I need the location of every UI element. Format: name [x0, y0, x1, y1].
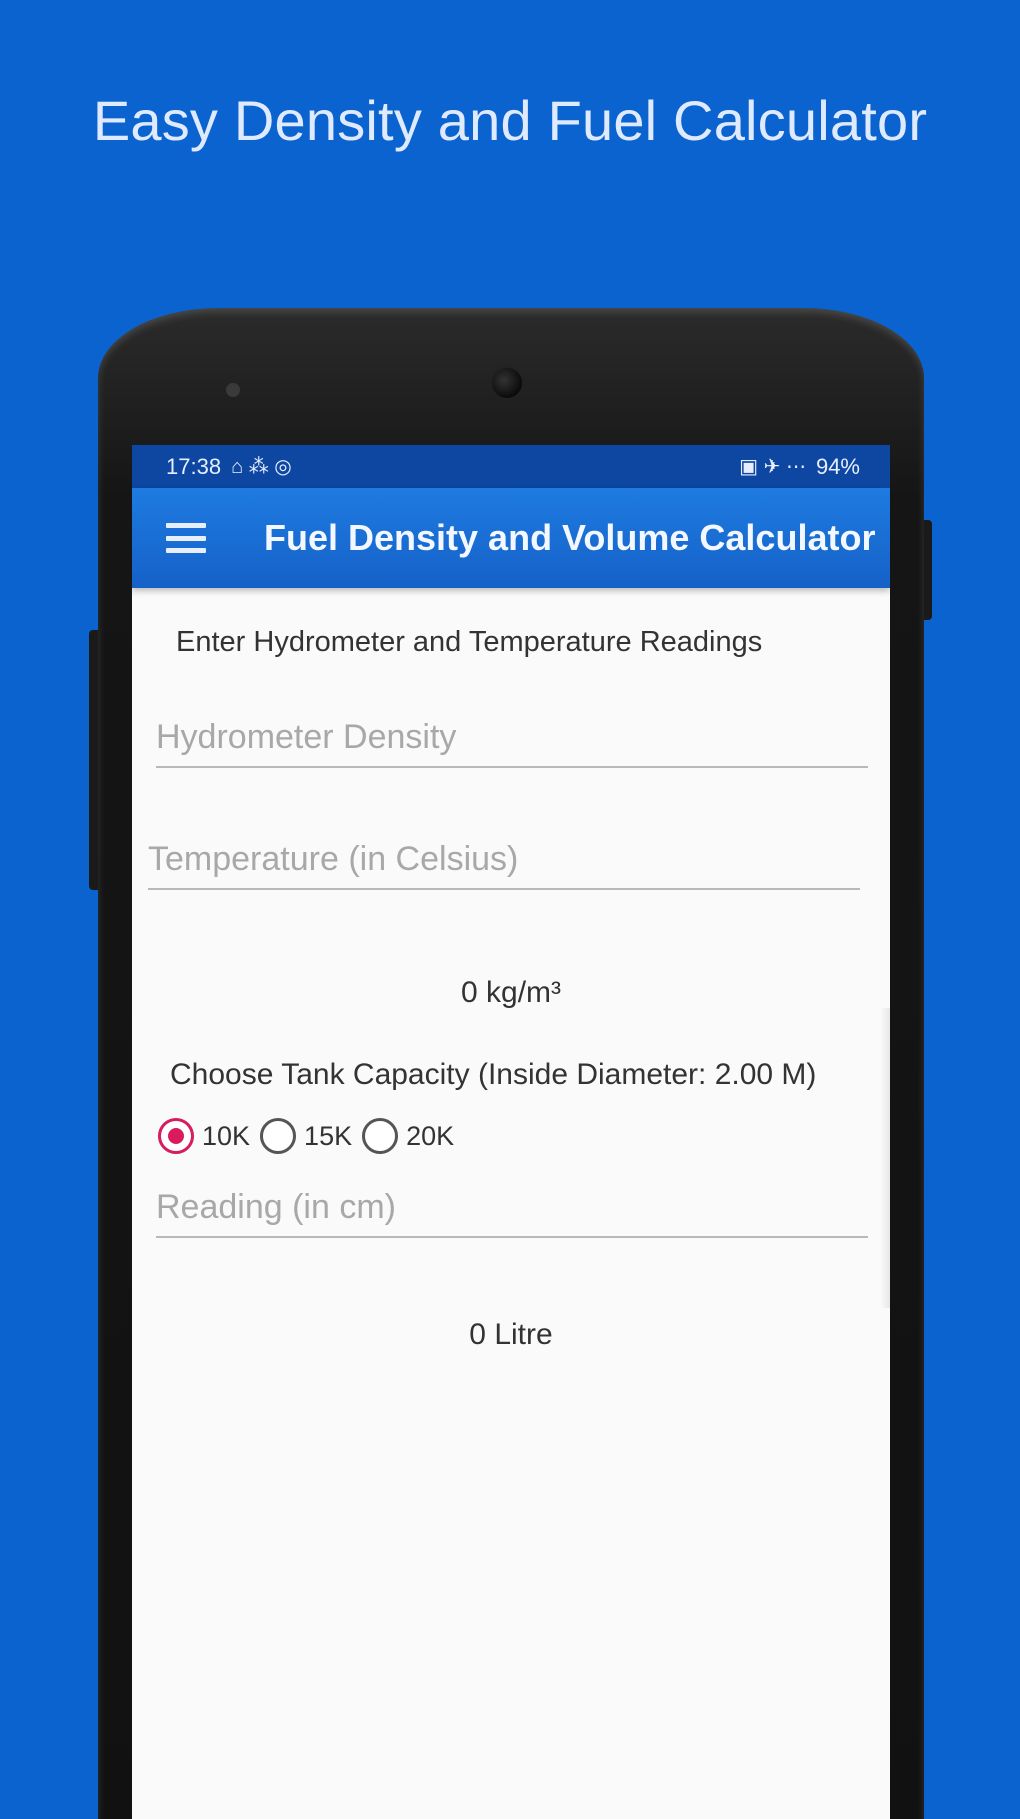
- density-input[interactable]: [156, 708, 868, 766]
- tank-capacity-label: Choose Tank Capacity (Inside Diameter: 2…: [170, 1058, 817, 1091]
- radio-15k[interactable]: [260, 1118, 297, 1154]
- density-field[interactable]: [156, 708, 868, 768]
- app-bar: Fuel Density and Volume Calculator: [132, 488, 890, 588]
- tank-option-20k[interactable]: 20K: [362, 1118, 454, 1154]
- status-bar: 17:38 ⌂ ⁂ ◎ ▣ ✈ ⋯ 94%: [132, 445, 890, 488]
- temperature-field[interactable]: [148, 830, 860, 890]
- notification-icons: ⌂ ⁂ ◎: [231, 455, 292, 478]
- promo-title: Easy Density and Fuel Calculator: [92, 89, 928, 152]
- battery-level: 94%: [815, 453, 860, 479]
- front-camera: [490, 366, 524, 400]
- tank-option-15k[interactable]: 15K: [260, 1118, 352, 1154]
- reading-input[interactable]: [156, 1178, 868, 1236]
- menu-icon[interactable]: [166, 523, 206, 553]
- radio-label: 15K: [304, 1120, 353, 1151]
- reading-field[interactable]: [156, 1178, 868, 1238]
- tank-capacity-radio-group: 10K 15K 20K: [158, 1118, 464, 1154]
- phone-screen: 17:38 ⌂ ⁂ ◎ ▣ ✈ ⋯ 94% Fuel Density and V…: [132, 445, 890, 1819]
- radio-10k[interactable]: [158, 1118, 194, 1154]
- app-title: Fuel Density and Volume Calculator: [264, 517, 876, 558]
- instruction-text: Enter Hydrometer and Temperature Reading…: [176, 626, 763, 658]
- tank-option-10k[interactable]: 10K: [158, 1118, 250, 1154]
- promo-stage: Easy Density and Fuel Calculator 17:38 ⌂…: [0, 0, 1020, 1819]
- density-result: 0 kg/m³: [460, 976, 562, 1009]
- radio-20k[interactable]: [362, 1118, 399, 1154]
- phone-sensor: [226, 383, 240, 397]
- volume-result: 0 Litre: [469, 1318, 553, 1351]
- temperature-input[interactable]: [148, 830, 860, 888]
- radio-label: 10K: [202, 1120, 251, 1151]
- radio-label: 20K: [406, 1120, 455, 1151]
- status-time: 17:38: [166, 453, 222, 479]
- scroll-edge: [880, 1008, 890, 1308]
- system-icons: ▣ ✈ ⋯: [739, 455, 806, 478]
